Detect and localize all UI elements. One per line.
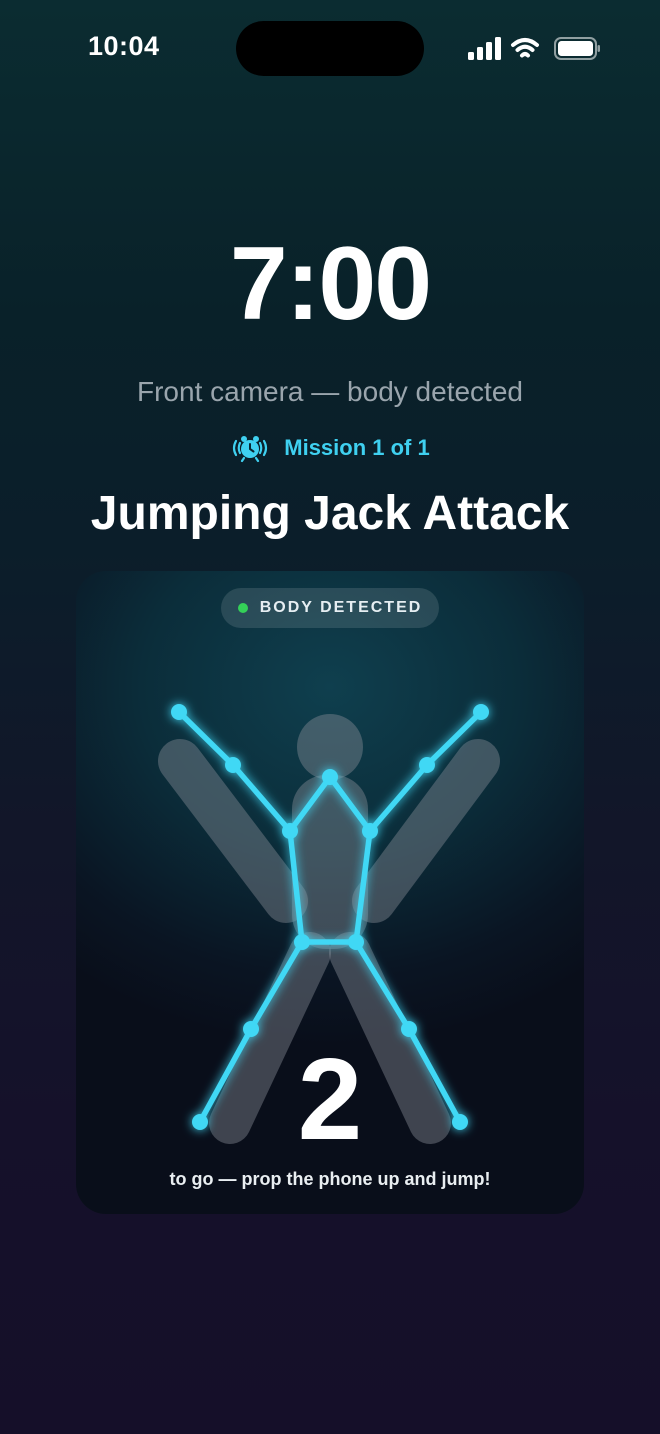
badge-label: BODY DETECTED: [259, 599, 423, 616]
joint-left-hip: [294, 934, 310, 950]
mission-count-label: Mission 1 of 1: [284, 435, 430, 460]
ringing-alarm-clock-icon: [233, 436, 268, 463]
cellular-signal-icon: [468, 37, 501, 60]
mission-title: Jumping Jack Attack: [90, 487, 570, 540]
mission-indicator: Mission 1 of 1: [0, 432, 660, 464]
wifi-icon: [511, 38, 539, 58]
dynamic-island: [236, 21, 424, 76]
joint-left-knee: [243, 1021, 259, 1037]
body-detected-badge: BODY DETECTED: [221, 588, 439, 628]
joint-neck: [322, 769, 338, 785]
reps-remaining-count: 2: [297, 1034, 363, 1164]
joint-right-shoulder: [362, 823, 378, 839]
status-dot-icon: [237, 603, 248, 613]
battery-icon: [554, 37, 600, 60]
instruction-hint: to go — prop the phone up and jump!: [169, 1169, 491, 1189]
joint-right-hand: [473, 704, 489, 720]
status-bar-icons: [468, 37, 600, 60]
joint-left-elbow: [225, 757, 241, 773]
status-bar-time: 10:04: [88, 31, 160, 61]
joint-left-hand: [171, 704, 187, 720]
joint-right-hip: [348, 934, 364, 950]
joint-right-elbow: [419, 757, 435, 773]
camera-status-text: Front camera — body detected: [137, 376, 523, 407]
joint-right-knee: [401, 1021, 417, 1037]
camera-preview-card: BODY DETECTED 2 to go — prop the phone u…: [76, 571, 584, 1214]
joint-left-shoulder: [282, 823, 298, 839]
alarm-time: 7:00: [229, 226, 432, 342]
